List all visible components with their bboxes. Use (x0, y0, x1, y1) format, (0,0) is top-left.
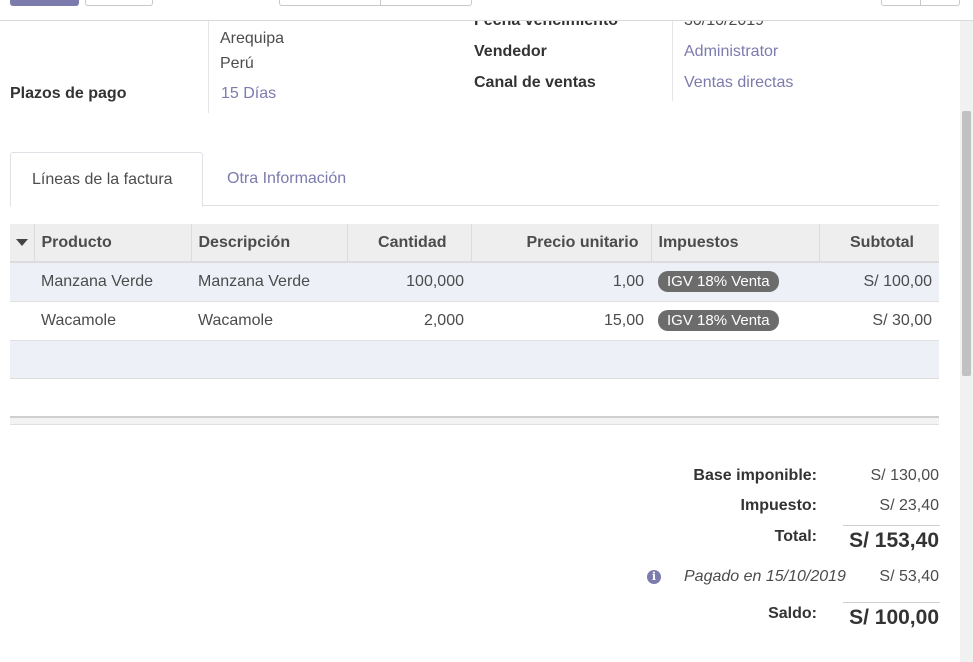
column-header-subtotal[interactable]: Subtotal (819, 224, 939, 263)
column-header-quantity[interactable]: Cantidad (347, 224, 472, 263)
notebook-tabs: Líneas de la factura Otra Información (10, 152, 939, 207)
tab-invoice-lines[interactable]: Líneas de la factura (10, 152, 203, 207)
sales-channel-label: Canal de ventas (474, 74, 596, 91)
column-header-taxes[interactable]: Impuestos (651, 224, 820, 263)
scrollbar-thumb[interactable] (962, 111, 971, 376)
cell-subtotal: S/ 30,00 (819, 301, 939, 341)
due-date-label-clip: Fecha vencimiento (474, 21, 644, 33)
create-button[interactable] (85, 0, 153, 6)
table-footer (10, 418, 939, 425)
base-amount-label: Base imponible: (693, 467, 817, 484)
caret-down-icon[interactable] (16, 238, 28, 246)
total-value: S/ 153,40 (849, 529, 939, 552)
cell-unit-price[interactable]: 1,00 (471, 262, 651, 302)
due-date-value-clip: 30/10/2019 (684, 21, 804, 32)
cell-taxes[interactable]: IGV 18% Venta (651, 301, 819, 341)
payment-amount: S/ 53,40 (879, 568, 939, 585)
info-circle-icon[interactable]: i (647, 570, 661, 584)
row-handle (10, 301, 34, 341)
payment-info-text: Pagado en 15/10/2019 (684, 568, 846, 585)
payment-terms-label: Plazos de pago (10, 85, 127, 102)
tax-badge: IGV 18% Venta (658, 310, 779, 331)
column-header-product[interactable]: Producto (34, 224, 192, 263)
tax-badge: IGV 18% Venta (658, 271, 779, 293)
empty-cell (10, 340, 939, 379)
cell-subtotal: S/ 100,00 (819, 262, 939, 302)
balance-value: S/ 100,00 (849, 606, 939, 629)
cell-taxes[interactable]: IGV 18% Venta (651, 262, 819, 302)
due-date-value: 30/10/2019 (684, 21, 764, 30)
address-city: Arequipa (220, 30, 285, 47)
due-date-label: Fecha vencimiento (474, 21, 618, 30)
action-dropdown[interactable] (279, 0, 381, 6)
total-separator (843, 525, 940, 526)
tax-amount-value: S/ 23,40 (879, 497, 939, 514)
cell-product[interactable]: Wacamole (34, 301, 191, 341)
salesperson-link[interactable]: Administrator (684, 43, 778, 61)
control-panel (0, 0, 973, 21)
field-divider (208, 21, 209, 113)
cell-product[interactable]: Manzana Verde (34, 262, 191, 302)
empty-row (10, 340, 939, 379)
field-divider-right (672, 21, 673, 101)
payment-terms-link[interactable]: 15 Días (221, 85, 276, 103)
tax-amount-label: Impuesto: (740, 497, 817, 514)
table-header-row: Producto Descripción Cantidad Precio uni… (10, 224, 939, 263)
cell-description[interactable]: Wacamole (191, 301, 347, 341)
table-row[interactable]: Manzana Verde Manzana Verde 100,000 1,00… (10, 262, 939, 302)
address-country: Perú (220, 55, 254, 72)
total-label: Total: (774, 528, 817, 545)
edit-button[interactable] (10, 0, 79, 6)
salesperson-label: Vendedor (474, 43, 547, 60)
balance-separator (843, 602, 940, 603)
print-dropdown[interactable] (380, 0, 472, 6)
pager-previous-button[interactable] (881, 0, 921, 6)
vertical-scrollbar[interactable] (960, 21, 973, 662)
column-header-unit-price[interactable]: Precio unitario (471, 224, 652, 263)
table-row[interactable]: Wacamole Wacamole 2,000 15,00 IGV 18% Ve… (10, 301, 939, 341)
balance-label: Saldo: (768, 605, 817, 622)
invoice-lines-table: Producto Descripción Cantidad Precio uni… (10, 224, 939, 379)
cell-description[interactable]: Manzana Verde (191, 262, 347, 302)
pager-next-button[interactable] (920, 0, 960, 6)
row-handle (10, 262, 34, 302)
cell-unit-price[interactable]: 15,00 (471, 301, 651, 341)
cell-quantity[interactable]: 100,000 (347, 262, 471, 302)
column-header-description[interactable]: Descripción (191, 224, 348, 263)
tab-other-info[interactable]: Otra Información (206, 152, 367, 206)
sales-channel-link[interactable]: Ventas directas (684, 74, 793, 92)
base-amount-value: S/ 130,00 (870, 467, 940, 484)
handle-column-header[interactable] (10, 224, 35, 263)
cell-quantity[interactable]: 2,000 (347, 301, 471, 341)
